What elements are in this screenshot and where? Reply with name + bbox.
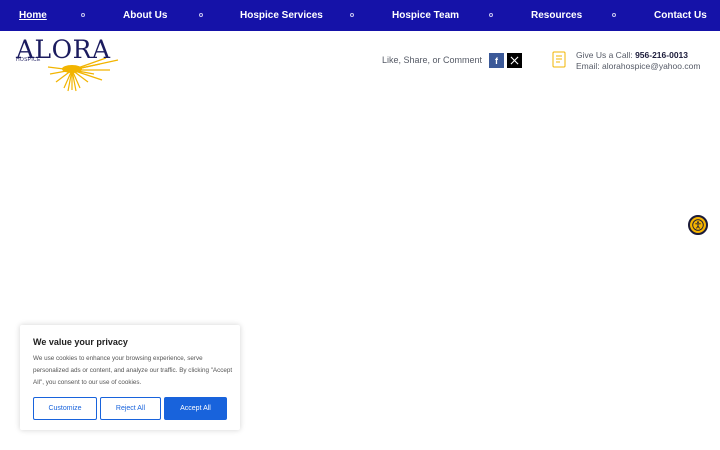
- share-prompt: Like, Share, or Comment: [382, 55, 483, 65]
- cookie-consent-banner: We value your privacy We use cookies to …: [20, 325, 240, 430]
- phone-number[interactable]: 956-216-0013: [635, 50, 688, 60]
- nav-resources[interactable]: Resources: [531, 0, 582, 31]
- nav-separator: [489, 13, 493, 17]
- cookie-title: We value your privacy: [33, 337, 128, 347]
- facebook-icon[interactable]: f: [489, 53, 504, 68]
- logo-subtitle: HOSPICE: [16, 57, 41, 63]
- nav-separator: [350, 13, 354, 17]
- nav-about-us[interactable]: About Us: [123, 0, 167, 31]
- accessibility-icon[interactable]: [688, 215, 708, 235]
- site-logo[interactable]: ALORA HOSPICE: [14, 34, 124, 92]
- phone-line: Give Us a Call: 956-216-0013: [576, 50, 688, 60]
- top-navigation: Home About Us Hospice Services Hospice T…: [0, 0, 720, 31]
- reject-all-button[interactable]: Reject All: [100, 397, 161, 420]
- email-line: Email: alorahospice@yahoo.com: [576, 61, 700, 71]
- nav-hospice-services[interactable]: Hospice Services: [240, 0, 323, 31]
- email-address[interactable]: alorahospice@yahoo.com: [602, 61, 700, 71]
- x-icon[interactable]: [507, 53, 522, 68]
- nav-home[interactable]: Home: [19, 0, 47, 31]
- nav-separator: [612, 13, 616, 17]
- nav-separator: [81, 13, 85, 17]
- nav-separator: [199, 13, 203, 17]
- customize-button[interactable]: Customize: [33, 397, 97, 420]
- email-label: Email:: [576, 61, 600, 71]
- document-phone-icon: [552, 51, 566, 68]
- call-label: Give Us a Call:: [576, 50, 633, 60]
- nav-contact-us[interactable]: Contact Us: [654, 0, 707, 31]
- accept-all-button[interactable]: Accept All: [164, 397, 227, 420]
- nav-hospice-team[interactable]: Hospice Team: [392, 0, 459, 31]
- cookie-body: We use cookies to enhance your browsing …: [33, 355, 233, 386]
